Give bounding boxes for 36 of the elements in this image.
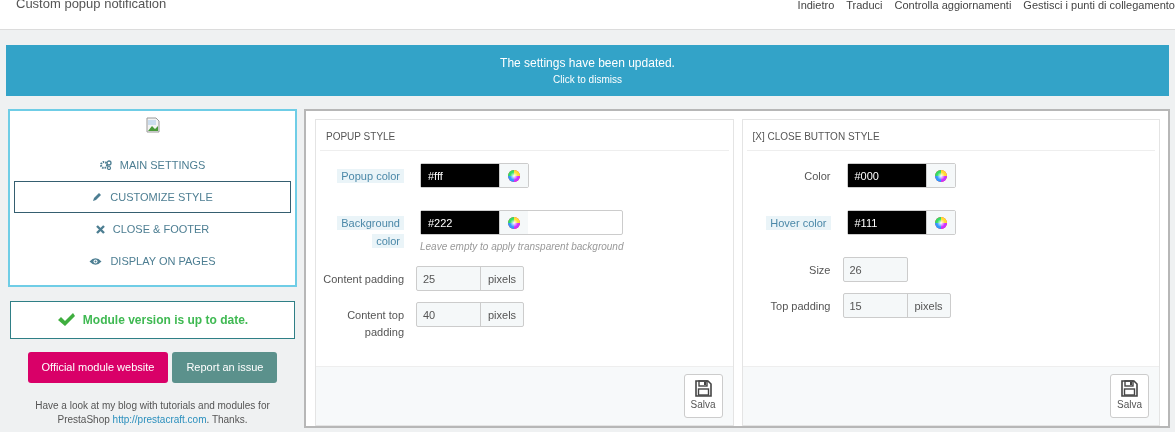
field-label: Content padding — [322, 272, 405, 287]
status-text: Module version is up to date. — [82, 312, 249, 329]
number-field[interactable]: 25 pixels — [416, 266, 525, 291]
field-label: Top padding — [769, 299, 832, 314]
unit-addon: pixels — [480, 303, 524, 326]
number-field[interactable]: 40 pixels — [416, 302, 525, 327]
field-label: Content top padding — [346, 308, 405, 340]
gears-icon — [99, 160, 112, 170]
pencil-icon — [92, 192, 103, 202]
toolbar-link[interactable]: Indietro — [797, 0, 835, 14]
unit-addon: pixels — [906, 294, 950, 317]
blog-note: Have a look at my blog with tutorials and modules for PrestaShop http://prestacraft.com. Thanks. — [34, 399, 271, 427]
hint-label: Hover color — [742, 210, 843, 233]
menu-item[interactable]: DISPLAY ON PAGES — [14, 245, 291, 277]
report-button[interactable]: Report an issue — [172, 352, 278, 383]
panel-title: [X] CLOSE BUTTON STYLE — [746, 120, 1155, 151]
number-field[interactable]: 15 pixels — [842, 293, 951, 318]
website-button[interactable]: Official module website — [27, 352, 169, 383]
toolbar-link[interactable]: Controlla aggiornamenti — [894, 0, 1012, 14]
toolbar-link[interactable]: Gestisci i punti di collegamento — [1023, 0, 1175, 14]
number-field[interactable]: 26 — [842, 257, 908, 282]
menu-item[interactable]: CLOSE & FOOTER — [14, 213, 291, 245]
menu-item[interactable]: MAIN SETTINGS — [14, 149, 291, 181]
field-label: Color — [803, 169, 832, 184]
toolbar-link[interactable]: Traduci — [846, 0, 883, 14]
cross-icon — [95, 224, 105, 234]
menu-item[interactable]: CUSTOMIZE STYLE — [14, 181, 291, 213]
broken-image-icon — [145, 117, 160, 133]
hint-label: Popup color — [316, 163, 416, 186]
save-button[interactable]: Salva — [1110, 374, 1149, 418]
help-text: Leave empty to apply transparent background — [420, 240, 624, 254]
field-label: Size — [808, 263, 832, 278]
eye-icon — [89, 256, 103, 266]
panel-title: POPUP STYLE — [320, 120, 729, 151]
save-button[interactable]: Salva — [683, 374, 723, 418]
unit-addon: pixels — [480, 267, 524, 290]
